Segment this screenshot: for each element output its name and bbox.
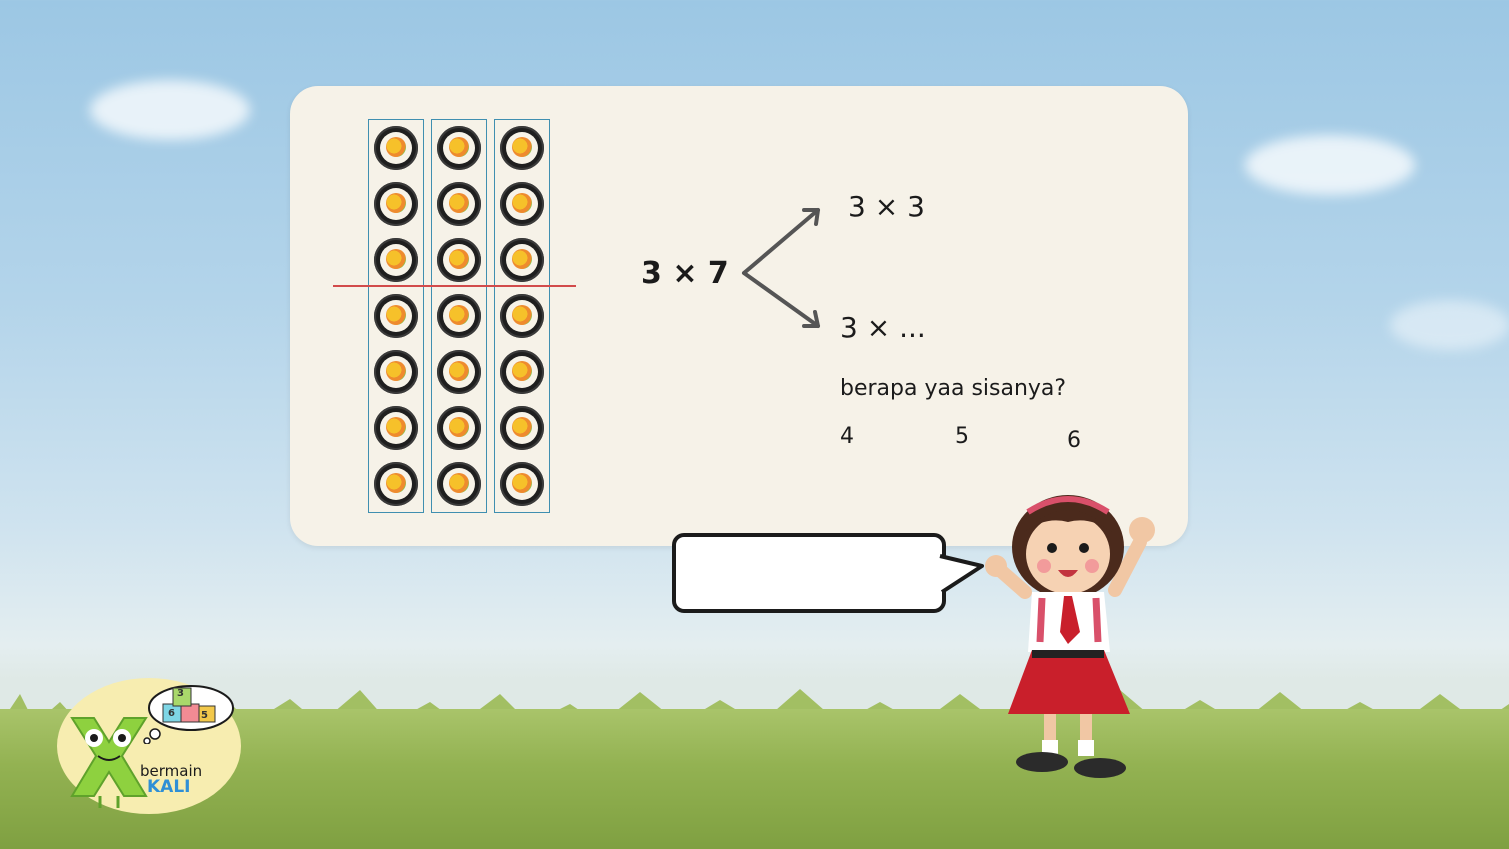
sushi-roll-icon [500,238,544,282]
sushi-roll-icon [374,126,418,170]
sushi-roll-icon [500,294,544,338]
sushi-roll-icon [500,126,544,170]
sushi-roll-icon [374,238,418,282]
sushi-roll-icon [437,182,481,226]
answer-option-4[interactable]: 4 [840,424,854,449]
answer-option-6[interactable]: 6 [1067,428,1081,453]
logo-block-digit: 6 [168,708,175,719]
thought-bubble-icon [143,685,234,744]
bottom-equation: 3 × ... [840,311,926,344]
sushi-roll-icon [437,406,481,450]
cloud [1390,300,1509,350]
sushi-roll-icon [500,350,544,394]
sushi-roll-icon [500,406,544,450]
sushi-roll-icon [374,294,418,338]
sushi-roll-icon [374,406,418,450]
sushi-roll-icon [437,350,481,394]
sushi-roll-icon [374,182,418,226]
sushi-roll-icon [374,350,418,394]
girl-character [985,495,1155,778]
split-arrows-icon [742,208,820,328]
sushi-roll-icon [374,462,418,506]
sushi-roll-icon [437,462,481,506]
question-text: berapa yaa sisanya? [840,376,1067,401]
answer-option-5[interactable]: 5 [955,424,969,449]
cloud [90,80,250,140]
logo-block-digit: 5 [201,710,208,721]
sushi-roll-icon [437,126,481,170]
array-divider-line [333,285,576,287]
sushi-roll-icon [500,182,544,226]
logo-block-digit: 3 [177,688,184,699]
cloud [1245,135,1415,195]
logo-text-kali: KALI [147,777,191,797]
sushi-roll-icon [500,462,544,506]
sushi-roll-icon [437,238,481,282]
sushi-roll-icon [437,294,481,338]
speech-bubble [672,533,946,613]
main-equation: 3 × 7 [641,256,729,291]
top-equation: 3 × 3 [848,190,925,223]
